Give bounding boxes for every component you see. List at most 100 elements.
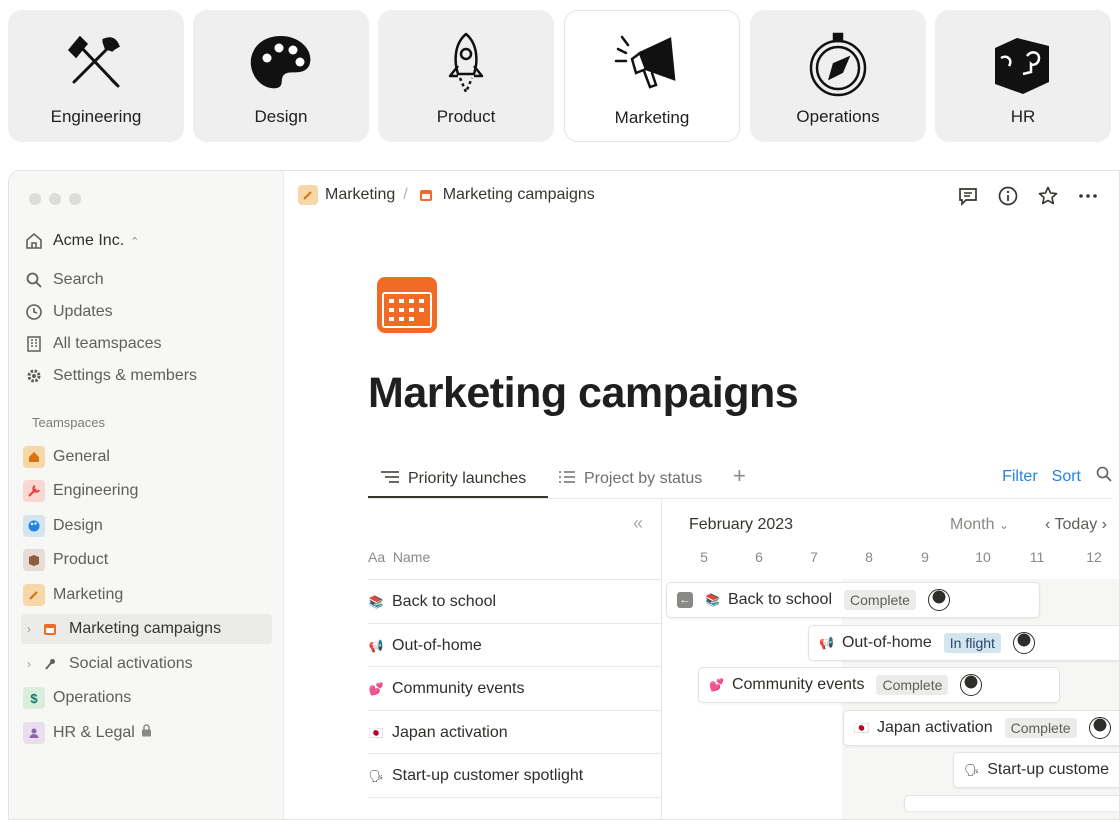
compass-icon (809, 32, 867, 97)
row-title: Out-of-home (392, 636, 482, 654)
bar-title: Back to school (727, 591, 833, 608)
chevron-right-icon[interactable]: › (21, 657, 37, 671)
sidebar-item-operations[interactable]: $ Operations (23, 683, 273, 713)
sidebar-item-social-activations[interactable]: › Social activations (21, 649, 271, 679)
tile-marketing[interactable]: Marketing (564, 10, 740, 142)
day-label: 11 (1029, 549, 1045, 565)
tile-hr[interactable]: HR (935, 10, 1111, 142)
calendar-icon (39, 618, 61, 640)
day-label: 12 (1086, 549, 1102, 565)
column-name: Name (392, 549, 431, 565)
sidebar-item-all-teamspaces[interactable]: All teamspaces (23, 329, 273, 359)
sort-button[interactable]: Sort (1052, 468, 1081, 486)
calendar-icon (416, 185, 436, 205)
sidebar-item-search[interactable]: Search (23, 265, 273, 295)
add-view-button[interactable]: + (733, 463, 746, 489)
day-label: 5 (700, 549, 708, 565)
chevron-right-icon[interactable]: › (1102, 516, 1107, 533)
tile-design[interactable]: Design (193, 10, 369, 142)
sidebar-item-label: HR & Legal (53, 724, 135, 741)
sidebar-item-settings[interactable]: Settings & members (23, 361, 273, 391)
sidebar-item-label: Marketing campaigns (69, 620, 222, 637)
sidebar-item-label: Product (53, 551, 109, 568)
timeline-bar[interactable]: 🗣 Start-up custome (953, 752, 1119, 788)
bar-title: Start-up custome (987, 761, 1110, 778)
star-icon[interactable] (1037, 185, 1059, 212)
maximize-dot[interactable] (69, 193, 81, 205)
row-title: Start-up customer spotlight (392, 766, 584, 784)
sidebar-item-marketing[interactable]: Marketing (23, 580, 273, 610)
list-icon (558, 470, 576, 489)
tile-label: Operations (796, 107, 880, 126)
palette-icon (23, 515, 45, 537)
japan-flag-icon: 🇯🇵 (854, 721, 869, 735)
sidebar-item-label: Operations (53, 689, 132, 706)
avatar[interactable] (1088, 717, 1111, 739)
sidebar-item-label: Social activations (69, 655, 193, 672)
table-row[interactable]: 📚 Back to school (368, 579, 661, 623)
main-content: Marketing / Marketing campaigns Marketin… (285, 171, 1119, 819)
sidebar-item-product[interactable]: Product (23, 545, 273, 575)
sidebar-item-hr-legal[interactable]: HR & Legal (23, 718, 273, 748)
sidebar-item-marketing-campaigns[interactable]: › Marketing campaigns (21, 614, 272, 644)
page-title: Marketing campaigns (368, 369, 799, 417)
status-badge: Complete (876, 675, 949, 695)
status-badge: Complete (1004, 718, 1077, 738)
back-arrow-icon[interactable]: ← (677, 592, 693, 608)
building-icon (23, 333, 45, 355)
bar-title: Community events (731, 676, 865, 693)
chevron-left-icon[interactable]: ‹ (1045, 516, 1050, 533)
sidebar-item-label: General (53, 448, 110, 465)
table-row[interactable]: 🇯🇵 Japan activation (368, 710, 661, 754)
avatar[interactable] (1012, 632, 1035, 654)
comment-icon[interactable] (957, 185, 979, 212)
workspace-switcher[interactable]: Acme Inc. ⌃ (23, 226, 273, 256)
sidebar-item-general[interactable]: General (23, 442, 273, 472)
table-row[interactable]: 💕 Community events (368, 666, 661, 710)
table-header-name[interactable]: Aa Name (368, 549, 430, 565)
page-icon-calendar-icon[interactable] (375, 275, 439, 340)
lock-icon (141, 724, 152, 742)
breadcrumb-current[interactable]: Marketing campaigns (443, 186, 595, 204)
timeline-bar[interactable]: 📢 Out-of-home In flight (808, 625, 1119, 661)
microphone-icon (39, 653, 61, 675)
info-icon[interactable] (997, 185, 1019, 212)
tile-engineering[interactable]: Engineering (8, 10, 184, 142)
text-type-icon: Aa (368, 549, 386, 565)
collapse-table-icon[interactable]: « (633, 513, 643, 534)
timeline-bar[interactable]: 💕 Community events Complete (698, 667, 1060, 703)
sidebar-item-label: Updates (53, 303, 113, 320)
table-row[interactable]: 📢 Out-of-home (368, 623, 661, 667)
sidebar-item-design[interactable]: Design (23, 511, 273, 541)
more-icon[interactable] (1077, 185, 1099, 212)
tile-product[interactable]: Product (378, 10, 554, 142)
avatar[interactable] (960, 674, 983, 696)
books-icon: 📚 (705, 593, 720, 607)
close-dot[interactable] (29, 193, 41, 205)
avatar[interactable] (927, 589, 950, 611)
search-icon[interactable] (1095, 465, 1113, 488)
speaking-head-icon: 🗣 (964, 763, 980, 777)
tab-project-by-status[interactable]: Project by status (558, 465, 702, 493)
filter-button[interactable]: Filter (1002, 468, 1038, 486)
sidebar-item-engineering[interactable]: Engineering (23, 476, 273, 506)
today-button[interactable]: Today (1055, 516, 1098, 533)
chevron-right-icon[interactable]: › (21, 622, 37, 636)
minimize-dot[interactable] (49, 193, 61, 205)
timeline-bar[interactable]: ← 📚 Back to school Complete (666, 582, 1040, 618)
speaking-head-icon: 🗣 (368, 768, 384, 783)
breadcrumb-parent[interactable]: Marketing (325, 186, 395, 204)
pen-icon (23, 584, 45, 606)
dollar-icon: $ (23, 687, 45, 709)
timeline-scale-select[interactable]: Month ⌄ (950, 516, 1009, 534)
tab-priority-launches[interactable]: Priority launches (380, 465, 526, 493)
rocket-icon (448, 32, 484, 94)
megaphone-icon: 📢 (368, 638, 384, 653)
books-icon: 📚 (368, 594, 384, 609)
list-icon (380, 470, 400, 489)
timeline-bar[interactable]: 🇯🇵 Japan activation Complete (843, 710, 1119, 746)
tile-label: HR (1010, 107, 1036, 126)
tile-operations[interactable]: Operations (750, 10, 926, 142)
table-row[interactable]: 🗣 Start-up customer spotlight (368, 753, 661, 797)
sidebar-item-updates[interactable]: Updates (23, 297, 273, 327)
